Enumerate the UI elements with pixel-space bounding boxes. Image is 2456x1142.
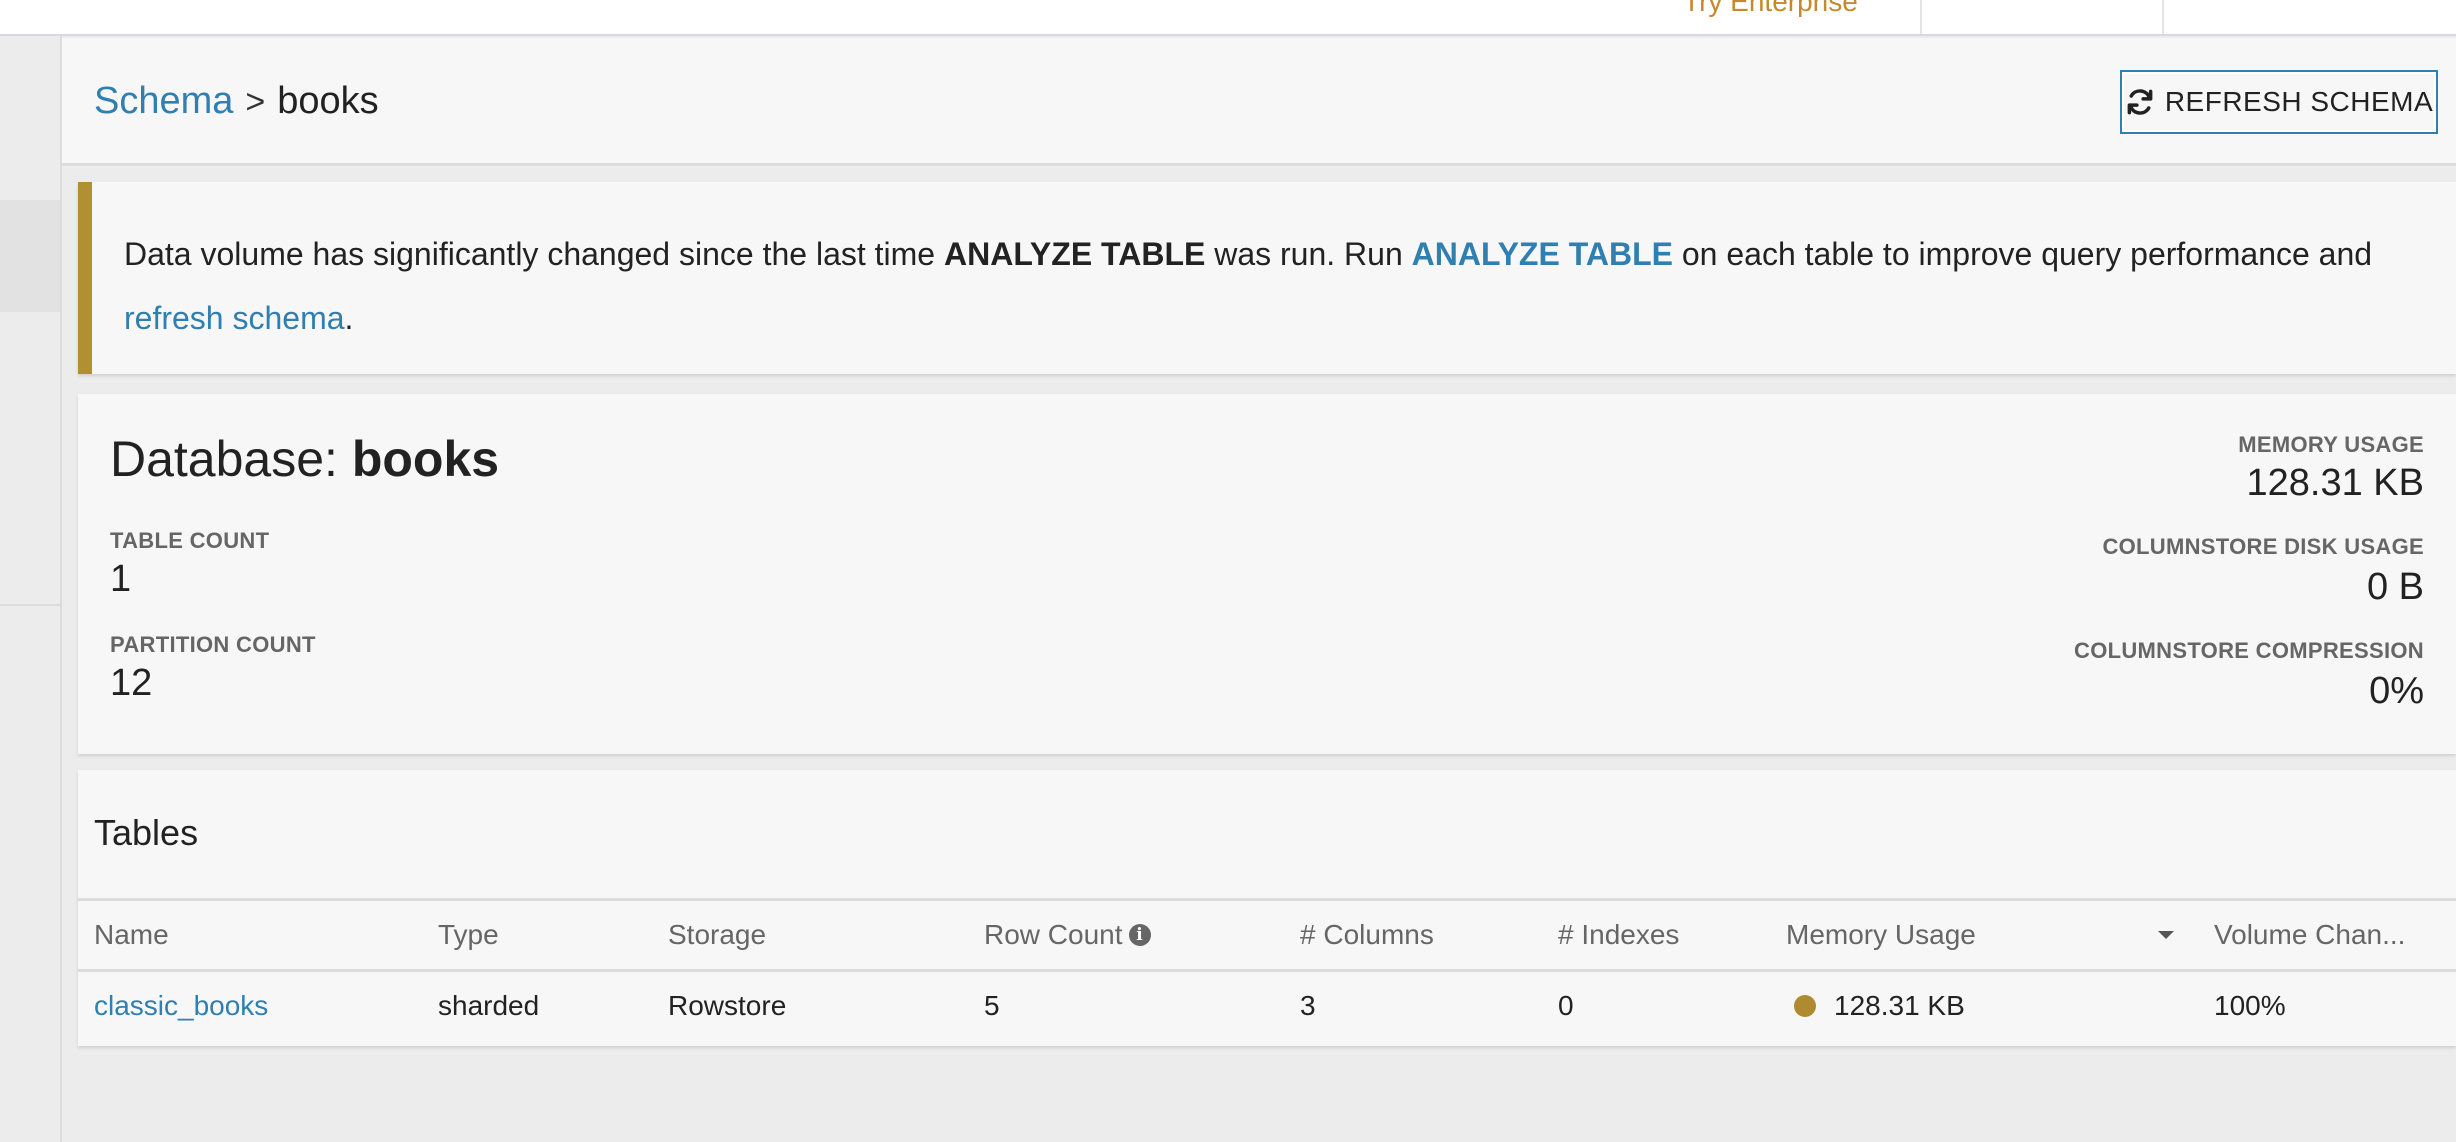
tables-title: Tables <box>94 812 199 853</box>
column-header-name[interactable]: Name <box>94 901 169 969</box>
tables-card: Tables Name Type Storage Row Count i # Co… <box>78 770 2456 1046</box>
column-header-indexes[interactable]: # Indexes <box>1558 901 1679 969</box>
left-sidebar <box>0 36 62 1142</box>
column-header-row-count[interactable]: Row Count i <box>984 901 1151 969</box>
table-storage: Rowstore <box>668 990 787 1021</box>
table-column-count: 3 <box>1300 990 1316 1021</box>
memory-usage-dot-icon <box>1794 995 1816 1017</box>
analyze-warning-banner: Data volume has significantly changed si… <box>78 182 2456 374</box>
database-title: Database: books <box>110 430 499 488</box>
row-count-header-label: Row Count <box>984 919 1123 950</box>
refresh-schema-button[interactable]: REFRESH SCHEMA <box>2120 70 2438 134</box>
page-header: Schema > books REFRESH SCHEMA <box>62 38 2456 166</box>
memory-usage-label: MEMORY USAGE <box>2238 432 2424 457</box>
table-memory-usage: 128.31 KB <box>1794 972 1965 1040</box>
table-name-link[interactable]: classic_books <box>94 972 268 1040</box>
columnstore-compression-label: COLUMNSTORE COMPRESSION <box>2074 638 2424 663</box>
memory-usage-value: 128.31 KB <box>2246 462 2424 504</box>
sidebar-divider <box>0 604 60 606</box>
topbar-divider <box>2162 0 2164 34</box>
top-bar: Try Enterprise <box>0 0 2456 36</box>
table-volume-change: 100% <box>2214 990 2286 1021</box>
info-icon[interactable]: i <box>1128 924 1151 946</box>
table-row: classic_books sharded Rowstore 5 3 0 128… <box>78 972 2456 1046</box>
columnstore-disk-usage-label: COLUMNSTORE DISK USAGE <box>2102 534 2424 559</box>
table-type: sharded <box>438 990 540 1021</box>
breadcrumb: Schema > books <box>94 80 379 123</box>
partition-count-value: 12 <box>110 662 153 704</box>
table-count-value: 1 <box>110 558 132 600</box>
partition-count-label: PARTITION COUNT <box>110 632 316 657</box>
breadcrumb-separator: > <box>245 83 266 121</box>
table-memory-usage-value: 128.31 KB <box>1834 990 1965 1021</box>
banner-text: was run. Run <box>1205 236 1412 272</box>
try-enterprise-link[interactable]: Try Enterprise <box>1683 0 1858 17</box>
topbar-divider <box>1920 0 1922 34</box>
refresh-icon <box>2127 89 2153 115</box>
database-name: books <box>351 431 500 487</box>
columnstore-compression-value: 0% <box>2369 670 2424 712</box>
column-header-type[interactable]: Type <box>438 901 499 969</box>
columnstore-disk-usage-value: 0 B <box>2366 566 2424 608</box>
sort-descending-icon[interactable] <box>2156 901 2176 969</box>
banner-text: . <box>344 300 354 336</box>
refresh-schema-link[interactable]: refresh schema <box>124 300 345 336</box>
table-index-count: 0 <box>1558 990 1574 1021</box>
column-header-memory-usage[interactable]: Memory Usage <box>1786 901 1976 969</box>
banner-keyword: ANALYZE TABLE <box>943 236 1206 272</box>
analyze-table-link[interactable]: ANALYZE TABLE <box>1412 236 1673 272</box>
sidebar-item-active[interactable] <box>0 200 60 312</box>
database-title-prefix: Database: <box>110 431 352 487</box>
column-header-columns[interactable]: # Columns <box>1300 901 1434 969</box>
database-summary-card: Database: books TABLE COUNT 1 PARTITION … <box>78 394 2456 754</box>
banner-text: Data volume has significantly changed si… <box>124 236 944 272</box>
breadcrumb-schema-link[interactable]: Schema <box>94 80 233 122</box>
banner-text: on each table to improve query performan… <box>1672 236 2373 272</box>
refresh-schema-label: REFRESH SCHEMA <box>2164 86 2434 117</box>
breadcrumb-current: books <box>277 80 379 122</box>
tables-header-row: Name Type Storage Row Count i # Columns #… <box>78 898 2456 972</box>
column-header-volume-change[interactable]: Volume Chan... <box>2214 901 2405 969</box>
column-header-storage[interactable]: Storage <box>668 901 766 969</box>
table-count-label: TABLE COUNT <box>110 528 270 553</box>
table-row-count: 5 <box>984 990 1000 1021</box>
